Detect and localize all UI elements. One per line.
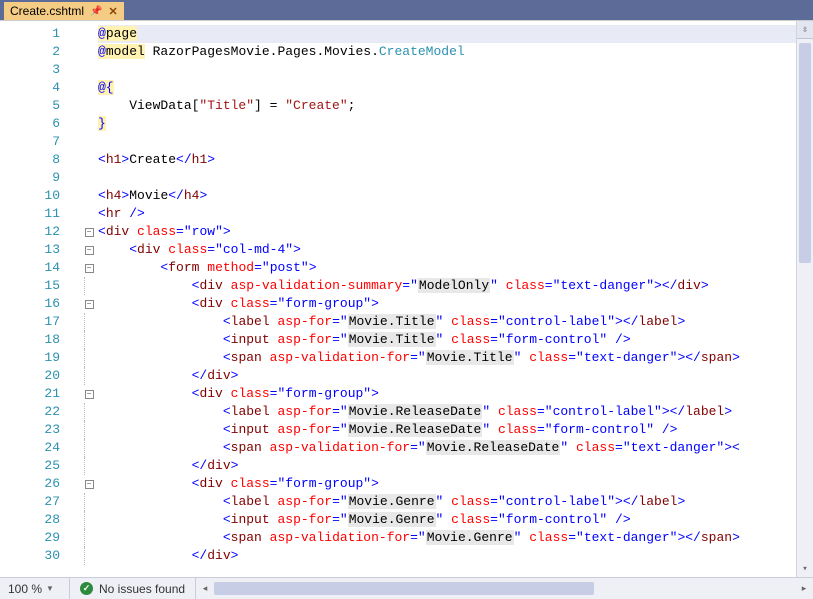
line-number: 16 [0, 295, 60, 313]
h-scroll-thumb[interactable] [214, 582, 594, 595]
file-tab[interactable]: Create.cshtml 📌 ✕ [4, 2, 124, 20]
fold-toggle-icon[interactable]: − [85, 246, 94, 255]
line-number-gutter: 1234567891011121314151617181920212223242… [0, 21, 80, 577]
line-number: 1 [0, 25, 60, 43]
fold-toggle-icon[interactable]: − [85, 390, 94, 399]
code-line[interactable]: <input asp-for="Movie.ReleaseDate" class… [98, 421, 796, 439]
line-number: 19 [0, 349, 60, 367]
window-titlebar: Create.cshtml 📌 ✕ [0, 0, 813, 20]
code-line[interactable]: </div> [98, 547, 796, 565]
code-line[interactable]: <input asp-for="Movie.Title" class="form… [98, 331, 796, 349]
line-number: 29 [0, 529, 60, 547]
zoom-value: 100 % [8, 582, 42, 596]
code-line[interactable]: <span asp-validation-for="Movie.Genre" c… [98, 529, 796, 547]
code-line[interactable]: <label asp-for="Movie.Title" class="cont… [98, 313, 796, 331]
status-bar: 100 % ▼ ✓ No issues found ◂ ▸ [0, 577, 813, 599]
code-line[interactable]: <h1>Create</h1> [98, 151, 796, 169]
editor[interactable]: 1234567891011121314151617181920212223242… [0, 20, 813, 577]
line-number: 14 [0, 259, 60, 277]
scroll-right-icon[interactable]: ▸ [795, 578, 813, 599]
code-line[interactable]: <label asp-for="Movie.Genre" class="cont… [98, 493, 796, 511]
scroll-down-icon[interactable]: ▾ [797, 560, 813, 577]
code-line[interactable]: @{ [98, 79, 796, 97]
line-number: 17 [0, 313, 60, 331]
line-number: 10 [0, 187, 60, 205]
split-icon[interactable]: ⇳ [797, 21, 813, 39]
vertical-scrollbar[interactable]: ⇳ ▾ [796, 21, 813, 577]
code-line[interactable]: <span asp-validation-for="Movie.Title" c… [98, 349, 796, 367]
code-line[interactable]: @page [98, 25, 796, 43]
scroll-left-icon[interactable]: ◂ [196, 578, 214, 599]
fold-toggle-icon[interactable]: − [85, 228, 94, 237]
fold-toggle-icon[interactable]: − [85, 480, 94, 489]
code-line[interactable]: <hr /> [98, 205, 796, 223]
line-number: 30 [0, 547, 60, 565]
code-line[interactable]: <div class="form-group"> [98, 295, 796, 313]
code-line[interactable]: <h4>Movie</h4> [98, 187, 796, 205]
line-number: 2 [0, 43, 60, 61]
status-text: No issues found [99, 582, 185, 596]
code-line[interactable]: </div> [98, 457, 796, 475]
chevron-down-icon: ▼ [46, 584, 54, 593]
fold-toggle-icon[interactable]: − [85, 300, 94, 309]
code-line[interactable]: </div> [98, 367, 796, 385]
line-number: 20 [0, 367, 60, 385]
line-number: 15 [0, 277, 60, 295]
line-number: 5 [0, 97, 60, 115]
line-number: 18 [0, 331, 60, 349]
zoom-level[interactable]: 100 % ▼ [0, 578, 70, 599]
code-line[interactable]: <div class="form-group"> [98, 385, 796, 403]
tab-title: Create.cshtml [10, 4, 84, 18]
close-icon[interactable]: ✕ [108, 5, 117, 18]
line-number: 4 [0, 79, 60, 97]
code-line[interactable] [98, 133, 796, 151]
code-canvas[interactable]: @page@model RazorPagesMovie.Pages.Movies… [98, 21, 796, 577]
line-number: 21 [0, 385, 60, 403]
code-line[interactable]: <div class="col-md-4"> [98, 241, 796, 259]
code-line[interactable]: <div class="form-group"> [98, 475, 796, 493]
code-line[interactable]: <label asp-for="Movie.ReleaseDate" class… [98, 403, 796, 421]
pin-icon[interactable]: 📌 [90, 6, 102, 17]
error-status[interactable]: ✓ No issues found [70, 582, 195, 596]
line-number: 9 [0, 169, 60, 187]
line-number: 8 [0, 151, 60, 169]
code-line[interactable] [98, 169, 796, 187]
code-line[interactable]: @model RazorPagesMovie.Pages.Movies.Crea… [98, 43, 796, 61]
horizontal-scrollbar[interactable]: ◂ ▸ [195, 578, 813, 599]
line-number: 28 [0, 511, 60, 529]
line-number: 11 [0, 205, 60, 223]
line-number: 13 [0, 241, 60, 259]
code-line[interactable]: ViewData["Title"] = "Create"; [98, 97, 796, 115]
check-icon: ✓ [80, 582, 93, 595]
v-scroll-thumb[interactable] [799, 43, 811, 263]
line-number: 12 [0, 223, 60, 241]
code-line[interactable]: <span asp-validation-for="Movie.ReleaseD… [98, 439, 796, 457]
code-line[interactable]: <div asp-validation-summary="ModelOnly" … [98, 277, 796, 295]
code-line[interactable]: } [98, 115, 796, 133]
code-line[interactable]: <div class="row"> [98, 223, 796, 241]
line-number: 27 [0, 493, 60, 511]
line-number: 25 [0, 457, 60, 475]
fold-gutter[interactable]: − − − − − − [80, 21, 98, 577]
code-line[interactable]: <input asp-for="Movie.Genre" class="form… [98, 511, 796, 529]
fold-toggle-icon[interactable]: − [85, 264, 94, 273]
line-number: 26 [0, 475, 60, 493]
line-number: 24 [0, 439, 60, 457]
line-number: 7 [0, 133, 60, 151]
code-line[interactable] [98, 61, 796, 79]
line-number: 22 [0, 403, 60, 421]
line-number: 3 [0, 61, 60, 79]
line-number: 23 [0, 421, 60, 439]
code-line[interactable]: <form method="post"> [98, 259, 796, 277]
line-number: 6 [0, 115, 60, 133]
